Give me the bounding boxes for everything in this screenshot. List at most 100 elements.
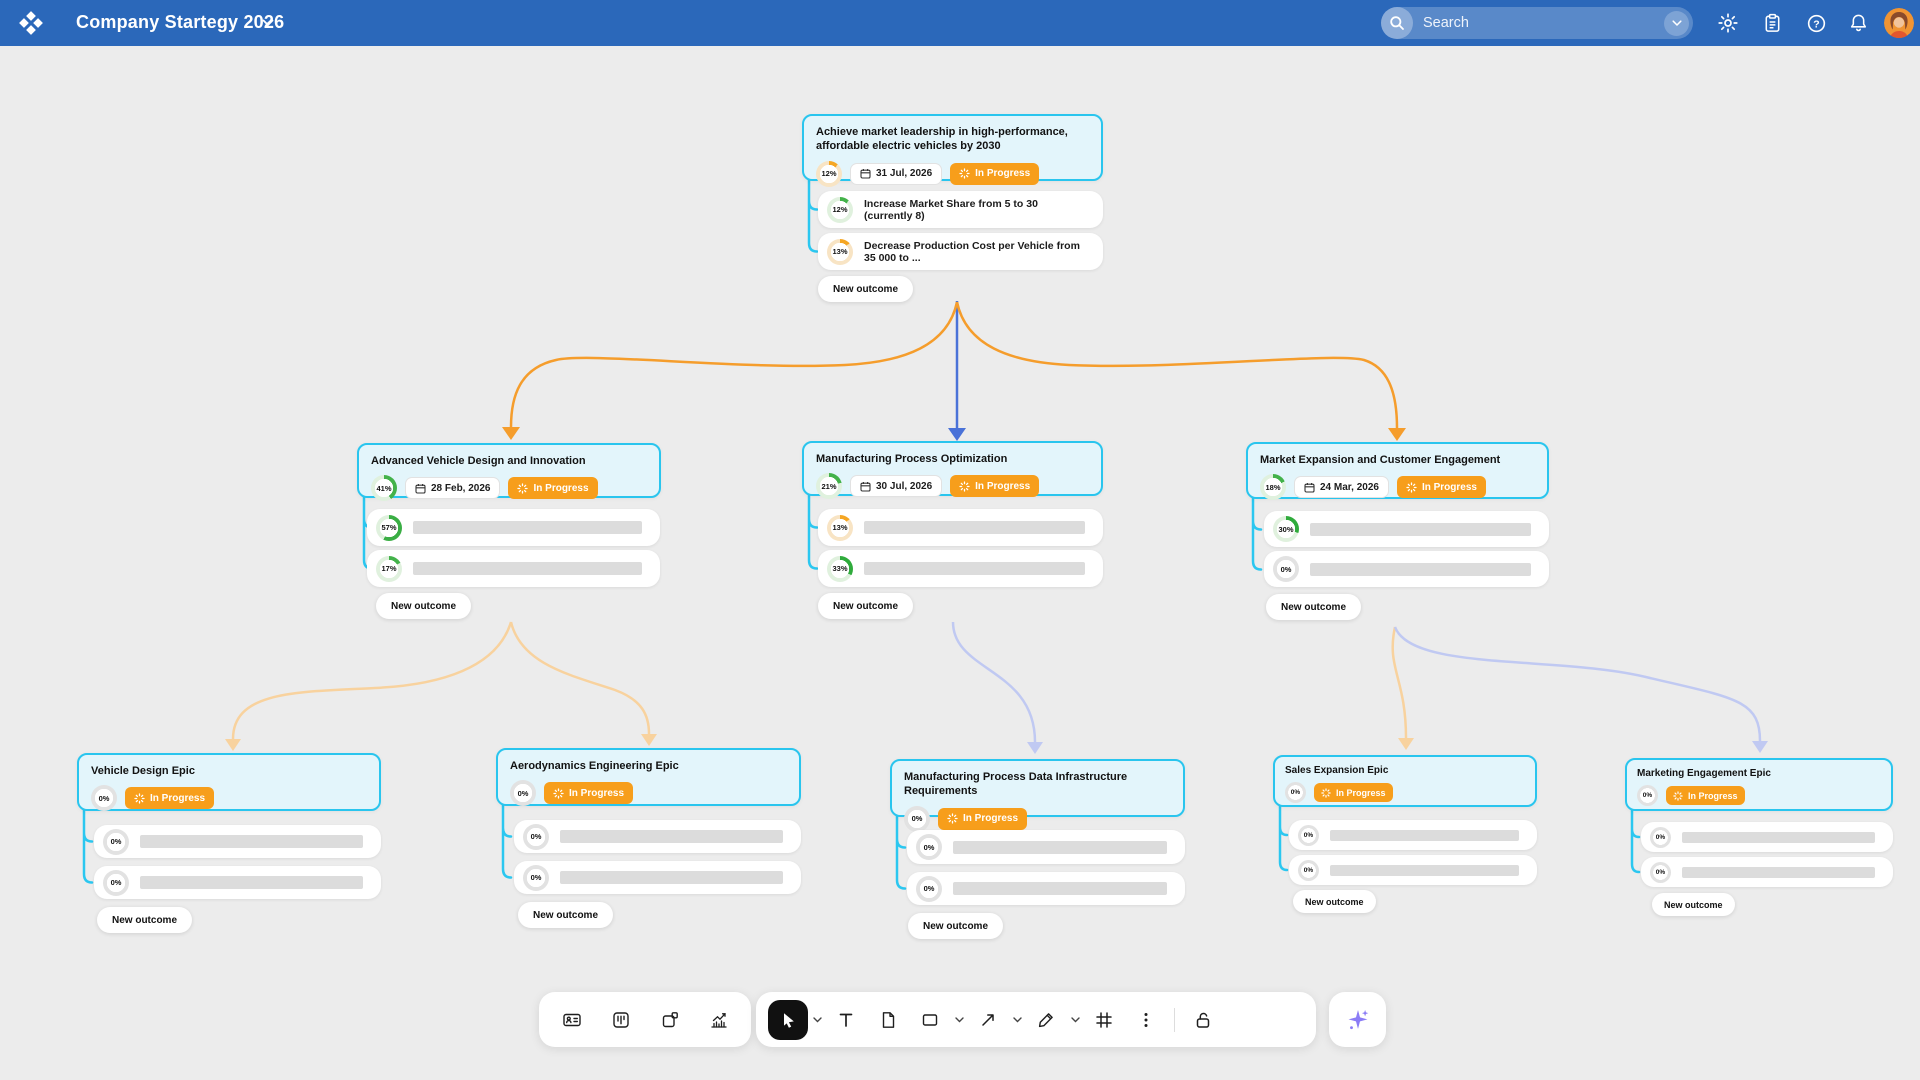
outcome-row[interactable]: 0% bbox=[1289, 820, 1537, 850]
outcome-row[interactable]: 13% bbox=[818, 509, 1103, 546]
tools-toolbar bbox=[756, 992, 1316, 1047]
calendar-icon bbox=[415, 483, 426, 494]
arrow-tool[interactable] bbox=[968, 1000, 1008, 1040]
search-placeholder: Search bbox=[1423, 15, 1664, 31]
in-progress-icon bbox=[1406, 482, 1417, 493]
pencil-tool[interactable] bbox=[1026, 1000, 1066, 1040]
search-input[interactable]: Search bbox=[1381, 7, 1693, 39]
board-title[interactable]: Company Startegy 2026 bbox=[76, 12, 284, 33]
outcome-label: Increase Market Share from 5 to 30 (curr… bbox=[864, 198, 1085, 222]
outcome-row[interactable]: 0% bbox=[94, 866, 381, 899]
new-outcome-button[interactable]: New outcome bbox=[908, 913, 1003, 939]
pencil-tool-chevron-icon[interactable] bbox=[1068, 1000, 1082, 1040]
placeholder-bar bbox=[413, 521, 642, 534]
manufacturing-card[interactable]: Manufacturing Process Optimization 21% 3… bbox=[802, 441, 1103, 496]
new-outcome-button[interactable]: New outcome bbox=[1266, 594, 1361, 620]
status-badge[interactable]: In Progress bbox=[1314, 783, 1393, 802]
more-tool[interactable] bbox=[1126, 1000, 1166, 1040]
progress-ring: 0% bbox=[1650, 862, 1671, 883]
outcome-row[interactable]: 0% bbox=[514, 820, 801, 853]
settings-icon[interactable] bbox=[1716, 11, 1740, 35]
card-title: Sales Expansion Epic bbox=[1285, 764, 1525, 777]
analytics-icon[interactable] bbox=[699, 1000, 739, 1040]
outcome-row[interactable]: 57% bbox=[367, 509, 660, 546]
status-badge[interactable]: In Progress bbox=[938, 808, 1027, 830]
new-outcome-button[interactable]: New outcome bbox=[818, 276, 913, 302]
outcome-row[interactable]: 0% bbox=[907, 872, 1185, 905]
progress-ring: 13% bbox=[827, 515, 853, 541]
frame-tool[interactable] bbox=[1084, 1000, 1124, 1040]
toolbar-divider bbox=[1174, 1008, 1175, 1032]
due-date-chip[interactable]: 24 Mar, 2026 bbox=[1294, 476, 1389, 498]
placeholder-bar bbox=[1682, 867, 1875, 878]
lock-tool[interactable] bbox=[1183, 1000, 1223, 1040]
placeholder-bar bbox=[1310, 523, 1531, 536]
new-outcome-button[interactable]: New outcome bbox=[376, 593, 471, 619]
text-tool[interactable] bbox=[826, 1000, 866, 1040]
aero-epic-card[interactable]: Aerodynamics Engineering Epic 0% In Prog… bbox=[496, 748, 801, 806]
chevron-down-icon[interactable] bbox=[262, 19, 274, 27]
shape-tool[interactable] bbox=[910, 1000, 950, 1040]
sales-epic-card[interactable]: Sales Expansion Epic 0% In Progress bbox=[1273, 755, 1537, 807]
new-outcome-button[interactable]: New outcome bbox=[518, 902, 613, 928]
vehicle-epic-card[interactable]: Vehicle Design Epic 0% In Progress bbox=[77, 753, 381, 811]
status-badge[interactable]: In Progress bbox=[950, 475, 1039, 497]
outcome-row[interactable]: 33% bbox=[818, 550, 1103, 587]
progress-ring: 0% bbox=[916, 876, 942, 902]
new-outcome-button[interactable]: New outcome bbox=[1652, 893, 1735, 916]
status-badge[interactable]: In Progress bbox=[125, 787, 214, 809]
status-badge[interactable]: In Progress bbox=[1666, 786, 1745, 805]
outcome-row[interactable]: 0% bbox=[907, 830, 1185, 864]
new-outcome-button[interactable]: New outcome bbox=[1293, 890, 1376, 913]
outcome-row[interactable]: 0% bbox=[1641, 822, 1893, 852]
arrow-tool-chevron-icon[interactable] bbox=[1010, 1000, 1024, 1040]
outcome-row[interactable]: 0% bbox=[94, 825, 381, 858]
outcome-row[interactable]: 12% Increase Market Share from 5 to 30 (… bbox=[818, 191, 1103, 228]
marketing-epic-card[interactable]: Marketing Engagement Epic 0% In Progress bbox=[1625, 758, 1893, 811]
card-title: Achieve market leadership in high-perfor… bbox=[816, 125, 1089, 154]
progress-ring: 0% bbox=[523, 865, 549, 891]
outcome-row[interactable]: 30% bbox=[1264, 511, 1549, 547]
shape-tool-chevron-icon[interactable] bbox=[952, 1000, 966, 1040]
outcome-row[interactable]: 13% Decrease Production Cost per Vehicle… bbox=[818, 233, 1103, 270]
search-options-chevron-icon[interactable] bbox=[1664, 11, 1689, 36]
placeholder-bar bbox=[1330, 830, 1519, 841]
placeholder-bar bbox=[953, 882, 1167, 895]
notifications-icon[interactable] bbox=[1846, 11, 1870, 35]
outcome-row[interactable]: 0% bbox=[514, 861, 801, 894]
id-card-icon[interactable] bbox=[552, 1000, 592, 1040]
progress-ring: 21% bbox=[816, 473, 842, 499]
progress-ring: 57% bbox=[376, 515, 402, 541]
new-outcome-button[interactable]: New outcome bbox=[97, 907, 192, 933]
new-outcome-button[interactable]: New outcome bbox=[818, 593, 913, 619]
placeholder-bar bbox=[140, 835, 363, 848]
cursor-tool-chevron-icon[interactable] bbox=[810, 1000, 824, 1040]
whiteboard-canvas[interactable]: Achieve market leadership in high-perfor… bbox=[0, 0, 1920, 1080]
due-date-chip[interactable]: 28 Feb, 2026 bbox=[405, 477, 500, 499]
notes-icon[interactable] bbox=[1760, 11, 1784, 35]
ai-assistant-button[interactable] bbox=[1329, 992, 1386, 1047]
outcome-row[interactable]: 17% bbox=[367, 550, 660, 587]
layout-blocks-icon[interactable] bbox=[650, 1000, 690, 1040]
status-badge[interactable]: In Progress bbox=[950, 163, 1039, 185]
search-icon[interactable] bbox=[1381, 7, 1413, 39]
due-date-chip[interactable]: 31 Jul, 2026 bbox=[850, 163, 942, 185]
mfg-data-epic-card[interactable]: Manufacturing Process Data Infrastructur… bbox=[890, 759, 1185, 817]
avatar[interactable] bbox=[1884, 8, 1914, 38]
outcome-row[interactable]: 0% bbox=[1264, 551, 1549, 587]
design-card[interactable]: Advanced Vehicle Design and Innovation 4… bbox=[357, 443, 661, 498]
status-badge[interactable]: In Progress bbox=[1397, 476, 1486, 498]
status-badge[interactable]: In Progress bbox=[544, 782, 633, 804]
kanban-icon[interactable] bbox=[601, 1000, 641, 1040]
page-tool[interactable] bbox=[868, 1000, 908, 1040]
objective-card[interactable]: Achieve market leadership in high-perfor… bbox=[802, 114, 1103, 181]
market-card[interactable]: Market Expansion and Customer Engagement… bbox=[1246, 442, 1549, 499]
outcome-row[interactable]: 0% bbox=[1641, 857, 1893, 887]
outcome-row[interactable]: 0% bbox=[1289, 855, 1537, 885]
help-icon[interactable]: ? bbox=[1804, 11, 1828, 35]
app-logo-icon[interactable] bbox=[18, 10, 44, 36]
progress-ring: 0% bbox=[91, 785, 117, 811]
due-date-chip[interactable]: 30 Jul, 2026 bbox=[850, 475, 942, 497]
cursor-tool[interactable] bbox=[768, 1000, 808, 1040]
status-badge[interactable]: In Progress bbox=[508, 477, 597, 499]
